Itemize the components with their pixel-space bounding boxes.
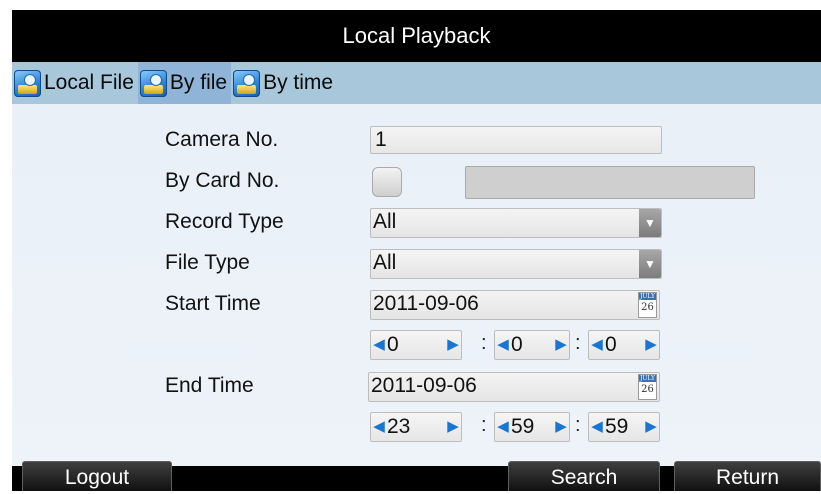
start-minute-spinner[interactable]: ◀ 0 ▶ bbox=[494, 330, 570, 360]
by-card-no-label: By Card No. bbox=[165, 169, 280, 192]
end-minute-value: 59 bbox=[511, 415, 535, 438]
end-minute-spinner[interactable]: ◀ 59 ▶ bbox=[494, 412, 570, 442]
end-hour-spinner[interactable]: ◀ 23 ▶ bbox=[370, 412, 462, 442]
start-second-value: 0 bbox=[605, 333, 617, 356]
file-type-select[interactable]: All ▼ bbox=[370, 249, 662, 279]
start-minute-value: 0 bbox=[511, 333, 523, 356]
logout-button[interactable]: Logout bbox=[22, 461, 172, 491]
end-date-value: 2011-09-06 bbox=[371, 374, 477, 397]
end-date-input[interactable]: 2011-09-06 JULY 26 bbox=[368, 372, 660, 402]
increment-arrow-icon[interactable]: ▶ bbox=[644, 413, 658, 441]
tab-bar: Local File By file By time bbox=[12, 62, 821, 104]
window-title: Local Playback bbox=[342, 23, 491, 48]
calendar-icon[interactable]: JULY 26 bbox=[638, 374, 657, 400]
time-separator: : bbox=[481, 332, 487, 354]
record-type-value: All bbox=[373, 210, 397, 233]
calendar-icon[interactable]: JULY 26 bbox=[638, 292, 657, 318]
decrement-arrow-icon[interactable]: ◀ bbox=[590, 413, 604, 441]
tab-by-time[interactable]: By time bbox=[231, 62, 337, 104]
search-form: Camera No. 1 By Card No. Record Type All… bbox=[12, 104, 821, 466]
end-time-label: End Time bbox=[165, 374, 254, 397]
end-second-value: 59 bbox=[605, 415, 629, 438]
decrement-arrow-icon[interactable]: ◀ bbox=[590, 331, 604, 359]
camera-no-label: Camera No. bbox=[165, 128, 279, 151]
playback-folder-icon bbox=[139, 69, 167, 97]
decrement-arrow-icon[interactable]: ◀ bbox=[372, 331, 386, 359]
return-button[interactable]: Return bbox=[674, 461, 821, 491]
decrement-arrow-icon[interactable]: ◀ bbox=[496, 331, 510, 359]
end-hour-value: 23 bbox=[387, 415, 411, 438]
by-card-no-checkbox[interactable] bbox=[372, 167, 402, 197]
chevron-down-icon[interactable]: ▼ bbox=[639, 250, 661, 278]
time-separator: : bbox=[575, 332, 581, 354]
playback-folder-icon bbox=[233, 69, 261, 97]
search-button[interactable]: Search bbox=[508, 461, 660, 491]
time-separator: : bbox=[481, 414, 487, 436]
end-second-spinner[interactable]: ◀ 59 ▶ bbox=[588, 412, 660, 442]
tab-label: By time bbox=[263, 71, 334, 94]
decrement-arrow-icon[interactable]: ◀ bbox=[496, 413, 510, 441]
file-type-label: File Type bbox=[165, 251, 250, 274]
title-bar: Local Playback bbox=[12, 10, 821, 62]
increment-arrow-icon[interactable]: ▶ bbox=[554, 331, 568, 359]
increment-arrow-icon[interactable]: ▶ bbox=[446, 331, 460, 359]
tab-label: Local File bbox=[44, 71, 134, 94]
tab-local-file[interactable]: Local File bbox=[12, 62, 138, 104]
playback-folder-icon bbox=[14, 69, 41, 97]
start-date-input[interactable]: 2011-09-06 JULY 26 bbox=[370, 290, 660, 320]
decrement-arrow-icon[interactable]: ◀ bbox=[372, 413, 386, 441]
card-no-input[interactable] bbox=[465, 166, 755, 199]
record-type-select[interactable]: All ▼ bbox=[370, 208, 662, 238]
record-type-label: Record Type bbox=[165, 210, 284, 233]
start-time-label: Start Time bbox=[165, 292, 261, 315]
start-second-spinner[interactable]: ◀ 0 ▶ bbox=[588, 330, 660, 360]
start-hour-spinner[interactable]: ◀ 0 ▶ bbox=[370, 330, 462, 360]
playback-window: Local Playback Local File By file By tim… bbox=[12, 10, 821, 491]
start-hour-value: 0 bbox=[387, 333, 399, 356]
start-date-value: 2011-09-06 bbox=[373, 292, 479, 315]
tab-by-file[interactable]: By file bbox=[137, 62, 232, 104]
tab-label: By file bbox=[169, 71, 228, 94]
increment-arrow-icon[interactable]: ▶ bbox=[644, 331, 658, 359]
camera-no-input[interactable]: 1 bbox=[370, 126, 662, 154]
file-type-value: All bbox=[373, 251, 397, 274]
time-separator: : bbox=[575, 414, 581, 436]
increment-arrow-icon[interactable]: ▶ bbox=[446, 413, 460, 441]
chevron-down-icon[interactable]: ▼ bbox=[639, 209, 661, 237]
increment-arrow-icon[interactable]: ▶ bbox=[554, 413, 568, 441]
